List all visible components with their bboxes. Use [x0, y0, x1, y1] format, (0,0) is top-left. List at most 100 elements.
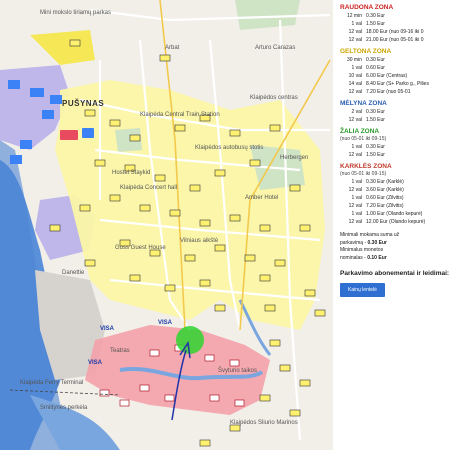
price-row: 14 val 8.40 Eur (S+ Parko g., Pilies [340, 80, 450, 88]
min-coin-value: 0.10 Eur [367, 254, 387, 261]
min-sum-line-2: parkavimą - [340, 239, 368, 246]
map-place-label: Guss Guest House [115, 245, 166, 251]
price-row: 12 val 18.00 Eur (nuo 09-16 iki 0 [340, 28, 450, 36]
map-place-label: Klaipėdos Sliurio Marinos [230, 420, 298, 426]
duration: 2 val [351, 109, 362, 115]
visa-badge: VISA [100, 326, 115, 332]
map-place-label: Vilniaus aikštė [180, 238, 219, 244]
map-place-label: Klaipėdos centras [250, 95, 298, 101]
duration: 12 val [348, 187, 362, 193]
parking-zone-map[interactable]: Mini mokslo tiriamų parkas Arbat Arturo … [0, 0, 333, 450]
zone-title: MĖLYNA ZONA [340, 100, 387, 107]
duration: 14 val [348, 81, 362, 87]
duration: 1 val [351, 21, 362, 27]
duration: 12 min [346, 13, 362, 19]
price-row: 1 val 0.30 Eur (Karklė) [340, 178, 450, 186]
duration: 1 val [351, 195, 362, 201]
price-row: 12 val 21.00 Eur (nuo 05-01 iki 0 [340, 36, 450, 44]
map-place-label: Amber Hotel [245, 195, 279, 201]
map-place-label: Arturo Carazas [255, 45, 296, 51]
zone-subtitle: (nuo 05-01 iki 09-15) [340, 171, 387, 177]
min-sum-value: 0.30 Eur [367, 239, 387, 246]
subscription-title: Parkavimo abonementai ir leidimai: [340, 270, 450, 277]
duration: 1 val [351, 65, 362, 71]
price: 12.00 Eur (Olando kepurė) [366, 219, 426, 225]
price-row: 1 val 0.30 Eur [340, 143, 450, 151]
duration: 12 val [348, 152, 362, 158]
price: 1.50 Eur [366, 152, 385, 158]
zone-title: ŽALIA ZONA [340, 128, 380, 135]
price: 21.00 Eur (nuo 05-01 iki 0 [366, 37, 424, 43]
map-place-label: Klaipėda Central Train Station [140, 112, 220, 118]
zone-title: KARKLĖS ZONA [340, 163, 392, 170]
visa-badge: VISA [88, 360, 103, 366]
duration: 12 val [348, 117, 362, 123]
price-row: 1 val 0.60 Eur [340, 64, 450, 72]
price-row: 12 val 7.20 Eur (Žilvitis) [340, 202, 450, 210]
zone-title: GELTONA ZONA [340, 48, 392, 55]
location-highlight [176, 326, 204, 354]
duration: 1 val [351, 179, 362, 185]
price-row: 12 val 1.50 Eur [340, 151, 450, 159]
duration: 1 val [351, 211, 362, 217]
zone-subtitle: (nuo 05-01 iki 09-15) [340, 136, 387, 142]
price-row: 10 val 6.00 Eur (Centras) [340, 72, 450, 80]
min-sum-line-1: Minimali mokama suma už [340, 232, 400, 238]
price: 0.30 Eur [366, 109, 385, 115]
price: 0.60 Eur [366, 65, 385, 71]
map-place-label: Teatras [110, 348, 130, 354]
price-row: 1 val 1.50 Eur [340, 20, 450, 28]
duration: 12 val [348, 89, 362, 95]
map-place-label: Arbat [165, 45, 180, 51]
price-row: 12 val 7.20 Eur (nuo 05-01 [340, 88, 450, 96]
zone-block: ŽALIA ZONA (nuo 05-01 iki 09-15) 1 val 0.30… [340, 128, 450, 159]
duration: 12 val [348, 203, 362, 209]
price: 18.00 Eur (nuo 09-16 iki 0 [366, 29, 424, 35]
duration: 30 min [346, 57, 362, 63]
map-place-label: Klaipėda Ferry Terminal [20, 380, 84, 386]
zone-block: GELTONA ZONA 30 min 0.30 Eur 1 val 0.60 Eur 1… [340, 48, 450, 96]
price-row: 2 val 0.30 Eur [340, 108, 450, 116]
map-place-label: Hostel Staykid [112, 170, 151, 176]
map-place-label: Švyturio taikos [218, 368, 258, 374]
minimum-payment-note: Minimali mokama suma už parkavimą - 0.30… [340, 232, 450, 262]
map-place-label: Mini mokslo tiriamų parkas [40, 10, 112, 16]
price-row: 30 min 0.30 Eur [340, 56, 450, 64]
duration: 12 val [348, 37, 362, 43]
duration: 12 val [348, 219, 362, 225]
district-label: PUŠYNAS [62, 99, 105, 108]
price: 1.00 Eur (Olando kepurė) [366, 211, 423, 217]
price: 0.30 Eur [366, 57, 385, 63]
duration: 12 val [348, 29, 362, 35]
price: 6.00 Eur (Centras) [366, 73, 408, 79]
price: 1.50 Eur [366, 117, 385, 123]
price: 7.20 Eur (nuo 05-01 [366, 89, 411, 95]
visa-badge: VISA [158, 320, 173, 326]
price: 3.60 Eur (Karklė) [366, 187, 404, 193]
map-place-label: Smiltynės perkėla [40, 405, 88, 411]
parking-legend: RAUDONA ZONA 12 min 0.30 Eur 1 val 1.50 Eur 1… [340, 0, 450, 450]
zone-title: RAUDONA ZONA [340, 4, 394, 11]
min-coin-line-1: Minimalus monetos [340, 247, 384, 253]
min-coin-line-2: nominalas - [340, 254, 368, 261]
map-place-label: Klaipėdos autobusų stotis [195, 145, 264, 151]
price-row: 1 val 1.00 Eur (Olando kepurė) [340, 210, 450, 218]
duration: 1 val [351, 144, 362, 150]
map-place-label: Klaipėda Concert hall [120, 185, 178, 191]
price-row: 12 min 0.30 Eur [340, 12, 450, 20]
duration: 10 val [348, 73, 362, 79]
zone-block: RAUDONA ZONA 12 min 0.30 Eur 1 val 1.50 Eur 1… [340, 4, 450, 44]
price: 0.60 Eur (Žilvitis) [366, 195, 404, 201]
price-row: 12 val 3.60 Eur (Karklė) [340, 186, 450, 194]
price: 7.20 Eur (Žilvitis) [366, 203, 404, 209]
price: 0.30 Eur [366, 144, 385, 150]
map-place-label: Danettie [62, 270, 85, 276]
price: 0.30 Eur (Karklė) [366, 179, 404, 185]
price-row: 12 val 12.00 Eur (Olando kepurė) [340, 218, 450, 226]
price-table-button[interactable]: Kainų lentelė [340, 283, 385, 297]
price-row: 12 val 1.50 Eur [340, 116, 450, 124]
map-place-label: Herbergen [280, 155, 309, 161]
price: 1.50 Eur [366, 21, 385, 27]
price-row: 1 val 0.60 Eur (Žilvitis) [340, 194, 450, 202]
zone-block: KARKLĖS ZONA (nuo 05-01 iki 09-15) 1 val 0.… [340, 163, 450, 226]
